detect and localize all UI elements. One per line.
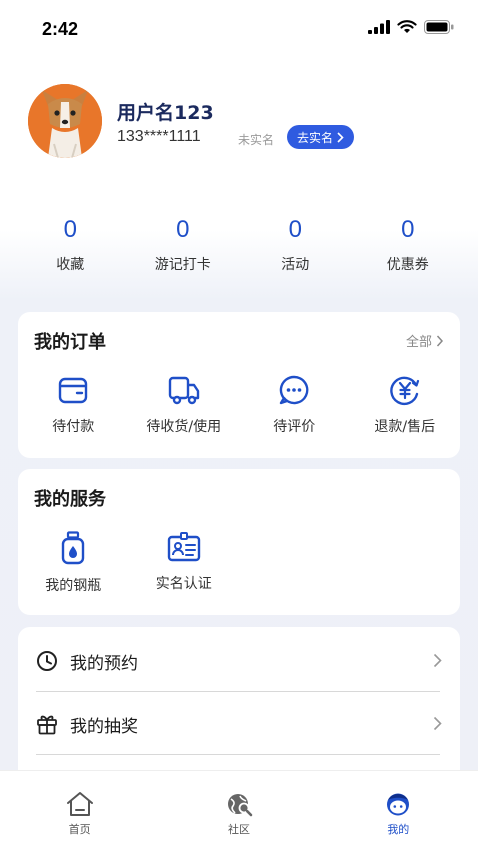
wifi-icon <box>397 20 417 33</box>
chevron-right-icon <box>436 334 444 347</box>
service-gas-cylinder[interactable]: 我的钢瓶 <box>18 531 129 595</box>
signal-icon <box>368 20 390 34</box>
wallet-icon <box>59 377 88 404</box>
stat-label: 收藏 <box>56 257 85 273</box>
order-pending-payment[interactable]: 待付款 <box>18 374 129 436</box>
gas-cylinder-icon <box>62 531 85 565</box>
stat-activities[interactable]: 0 活动 <box>239 214 352 274</box>
stat-travel-checkin[interactable]: 0 游记打卡 <box>127 214 240 274</box>
order-item-label: 退款/售后 <box>374 419 436 435</box>
stat-value: 0 <box>176 216 190 243</box>
clock-icon <box>37 651 57 671</box>
status-icons <box>368 20 454 34</box>
home-icon <box>66 792 93 816</box>
profile-header: 用户名123 133****1111 未实名 去实名 <box>28 84 448 164</box>
dog-avatar-icon <box>28 84 102 158</box>
battery-icon <box>424 20 454 34</box>
phone-number: 133****1111 <box>117 128 201 145</box>
tab-label: 我的 <box>387 823 410 836</box>
service-item-label: 实名认证 <box>155 576 212 592</box>
menu-item-lottery[interactable]: 我的抽奖 <box>36 694 442 754</box>
orders-row: 待付款 待收货/使用 待评价 退款/售后 <box>18 374 460 436</box>
stat-favorites[interactable]: 0 收藏 <box>14 214 127 274</box>
orders-view-all[interactable]: 全部 <box>406 331 444 350</box>
order-pending-review[interactable]: 待评价 <box>239 374 350 436</box>
menu-divider <box>36 691 440 692</box>
order-item-label: 待评价 <box>273 419 316 435</box>
menu-card: 我的预约 我的抽奖 <box>18 627 460 787</box>
tab-mine[interactable]: 我的 <box>319 771 478 850</box>
community-icon <box>227 794 253 817</box>
services-row: 我的钢瓶 实名认证 <box>18 531 460 595</box>
gift-icon <box>37 715 57 735</box>
verify-button-label: 去实名 <box>297 130 334 145</box>
stat-coupons[interactable]: 0 优惠券 <box>352 214 465 274</box>
chevron-right-icon <box>433 716 442 731</box>
order-item-label: 待付款 <box>52 419 95 435</box>
verify-status: 未实名 <box>238 133 275 147</box>
mine-face-icon <box>387 793 410 816</box>
tab-bar: 首页 社区 我的 <box>0 770 478 850</box>
avatar[interactable] <box>28 84 102 158</box>
order-pending-receipt[interactable]: 待收货/使用 <box>129 374 240 436</box>
services-card: 我的服务 我的钢瓶 实名认证 <box>18 469 460 615</box>
stat-label: 优惠券 <box>386 257 429 273</box>
stats-row: 0 收藏 0 游记打卡 0 活动 0 优惠券 <box>14 214 464 274</box>
stat-label: 活动 <box>281 257 310 273</box>
tab-home[interactable]: 首页 <box>0 771 159 850</box>
menu-item-label: 我的抽奖 <box>70 716 138 737</box>
tab-community[interactable]: 社区 <box>159 771 318 850</box>
service-item-label: 我的钢瓶 <box>45 578 102 594</box>
chevron-right-icon <box>433 653 442 668</box>
id-card-icon <box>167 532 200 562</box>
verify-button[interactable]: 去实名 <box>287 125 355 149</box>
orders-title: 我的订单 <box>34 332 106 353</box>
menu-item-label: 我的预约 <box>70 653 138 674</box>
view-all-label: 全部 <box>405 335 432 350</box>
tab-label: 首页 <box>68 823 91 836</box>
service-real-name[interactable]: 实名认证 <box>129 531 240 595</box>
order-refund[interactable]: 退款/售后 <box>350 374 461 436</box>
username: 用户名123 <box>117 102 214 124</box>
status-bar: 2:42 <box>0 0 478 60</box>
stat-value: 0 <box>288 216 302 243</box>
stat-label: 游记打卡 <box>154 257 211 273</box>
stat-value: 0 <box>63 216 77 243</box>
menu-divider <box>36 754 440 755</box>
status-time: 2:42 <box>42 19 79 39</box>
yen-refund-icon <box>389 376 419 406</box>
stat-value: 0 <box>401 216 415 243</box>
truck-icon <box>168 376 199 405</box>
order-item-label: 待收货/使用 <box>146 419 222 435</box>
chat-bubble-icon <box>280 375 309 405</box>
chevron-right-icon <box>337 131 344 143</box>
services-title: 我的服务 <box>34 489 106 510</box>
orders-card: 我的订单 全部 待付款 待收货/使用 待评价 退款/售后 <box>18 312 460 458</box>
menu-item-appointments[interactable]: 我的预约 <box>36 631 442 691</box>
tab-label: 社区 <box>227 823 250 836</box>
